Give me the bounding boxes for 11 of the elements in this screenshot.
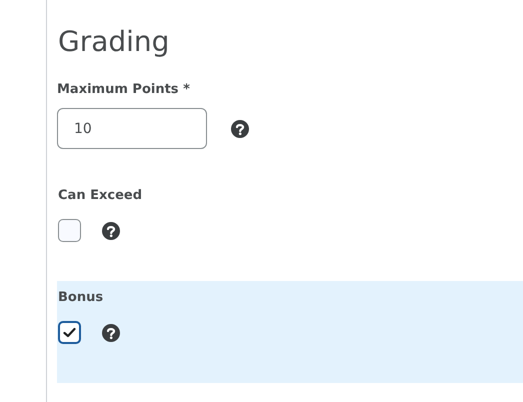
points-input-field[interactable]: 10 <box>57 108 207 149</box>
checkbox[interactable] <box>58 321 81 344</box>
help-icon[interactable] <box>102 324 120 342</box>
help-icon[interactable] <box>231 120 249 138</box>
help-icon[interactable] <box>102 222 120 240</box>
option-label: Bonus <box>58 289 104 307</box>
checkbox[interactable] <box>58 219 81 242</box>
option-label: Can Exceed <box>58 187 144 205</box>
checkmark-icon <box>63 327 76 338</box>
section-heading: Grading <box>58 24 170 60</box>
field-label: Maximum Points * <box>57 81 191 99</box>
